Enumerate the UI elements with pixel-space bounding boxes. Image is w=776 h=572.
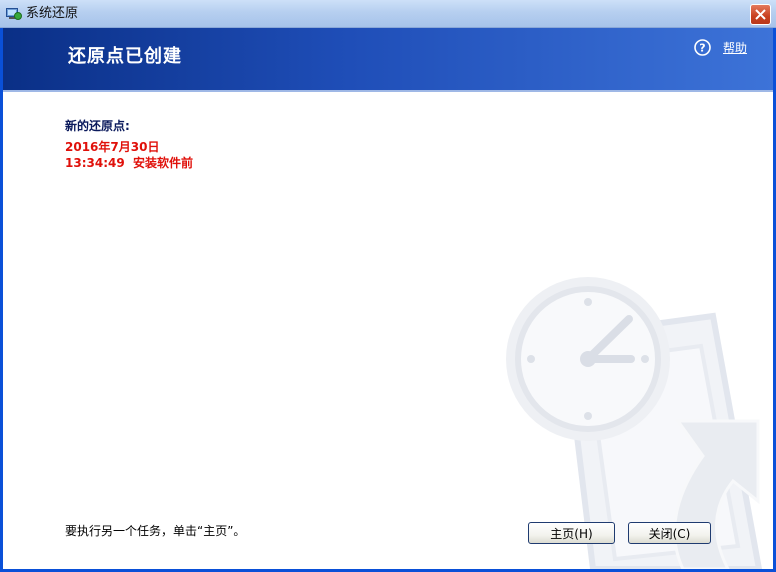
close-button[interactable]: 关闭(C)	[628, 522, 711, 544]
help-link[interactable]: 帮助	[723, 39, 747, 57]
title-bar[interactable]: 系统还原	[0, 0, 776, 28]
system-restore-window: 系统还原 还原点已创建 ? 帮助 新的还原点: 2016年7月30日 13:34…	[0, 0, 776, 572]
window-close-button[interactable]	[750, 4, 771, 25]
page-title: 还原点已创建	[68, 46, 182, 67]
svg-text:?: ?	[699, 42, 705, 55]
system-restore-app-icon	[6, 8, 22, 20]
close-x-icon	[755, 9, 766, 20]
header-divider	[3, 90, 773, 92]
client-area: 还原点已创建 ? 帮助 新的还原点: 2016年7月30日 13:34:49 安…	[3, 28, 773, 569]
restore-point-date: 2016年7月30日	[65, 140, 160, 154]
new-restore-point-label: 新的还原点:	[65, 119, 130, 133]
header-band: 还原点已创建 ? 帮助	[3, 28, 773, 90]
window-title: 系统还原	[26, 6, 79, 21]
question-circle-icon[interactable]: ?	[694, 39, 711, 56]
instruction-text: 要执行另一个任务，单击“主页”。	[65, 524, 246, 538]
restore-point-time-name: 13:34:49 安装软件前	[65, 156, 194, 170]
home-button[interactable]: 主页(H)	[528, 522, 615, 544]
